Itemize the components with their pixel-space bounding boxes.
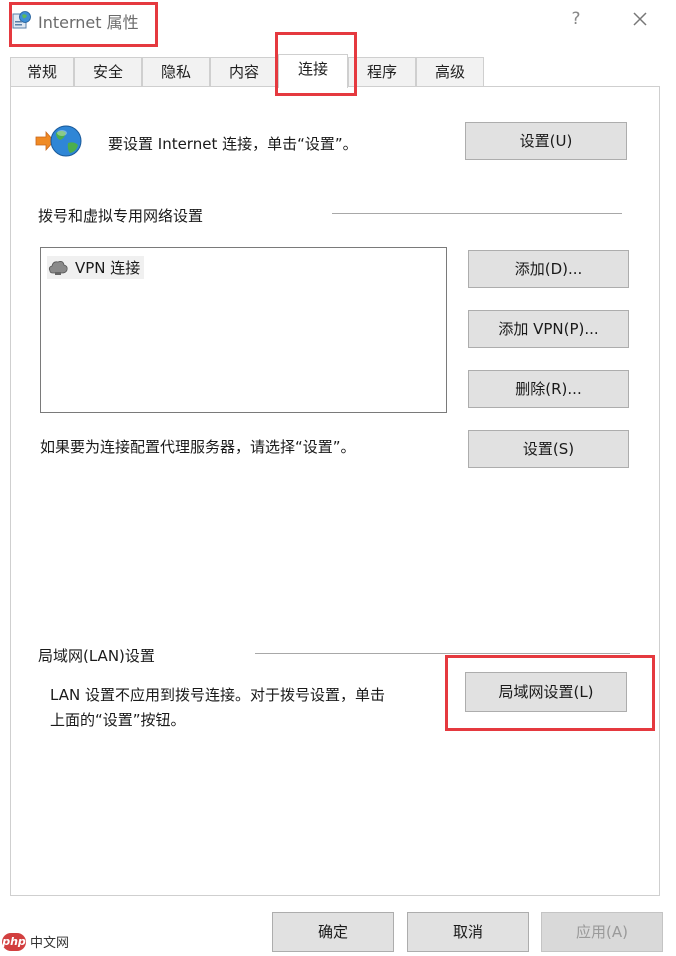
close-icon xyxy=(633,12,647,26)
list-item[interactable]: VPN 连接 xyxy=(47,256,145,279)
apply-button[interactable]: 应用(A) xyxy=(541,912,663,952)
close-button[interactable] xyxy=(626,6,654,32)
title-highlight-box xyxy=(9,2,158,47)
tab-security[interactable]: 安全 xyxy=(74,57,142,87)
tab-programs[interactable]: 程序 xyxy=(348,57,416,87)
lan-separator xyxy=(255,653,630,654)
setup-description: 要设置 Internet 连接，单击“设置”。 xyxy=(108,135,358,153)
tab-advanced[interactable]: 高级 xyxy=(416,57,484,87)
tab-highlight-box xyxy=(275,32,357,96)
list-item-label: VPN 连接 xyxy=(75,259,141,277)
tab-content[interactable]: 内容 xyxy=(210,57,278,87)
setup-button[interactable]: 设置(U) xyxy=(465,122,627,160)
watermark-logo: php xyxy=(2,932,26,951)
help-button[interactable]: ? xyxy=(562,6,590,32)
tab-general[interactable]: 常规 xyxy=(10,57,74,87)
add-vpn-button[interactable]: 添加 VPN(P)... xyxy=(468,310,629,348)
internet-properties-dialog: Internet 属性 ? 常规 安全 隐私 内容 连接 程序 高级 要设置 I… xyxy=(0,0,676,956)
watermark-text: 中文网 xyxy=(30,936,70,951)
lan-button-highlight-box xyxy=(445,655,655,731)
globe-connect-icon xyxy=(35,125,82,157)
dialup-heading: 拨号和虚拟专用网络设置 xyxy=(38,207,204,225)
lan-heading: 局域网(LAN)设置 xyxy=(38,647,155,665)
delete-button[interactable]: 删除(R)... xyxy=(468,370,629,408)
cancel-button[interactable]: 取消 xyxy=(407,912,529,952)
proxy-description: 如果要为连接配置代理服务器，请选择“设置”。 xyxy=(40,438,356,456)
lan-description-line2: 上面的“设置”按钮。 xyxy=(50,711,186,729)
connection-list[interactable]: VPN 连接 xyxy=(40,247,447,413)
add-button[interactable]: 添加(D)... xyxy=(468,250,629,288)
dialup-separator xyxy=(332,213,622,214)
vpn-network-icon xyxy=(48,260,68,275)
site-watermark: php 中文网 xyxy=(2,932,69,951)
ok-button[interactable]: 确定 xyxy=(272,912,394,952)
connection-settings-button[interactable]: 设置(S) xyxy=(468,430,629,468)
lan-description-line1: LAN 设置不应用到拨号连接。对于拨号设置，单击 xyxy=(50,686,385,704)
tab-privacy[interactable]: 隐私 xyxy=(142,57,210,87)
